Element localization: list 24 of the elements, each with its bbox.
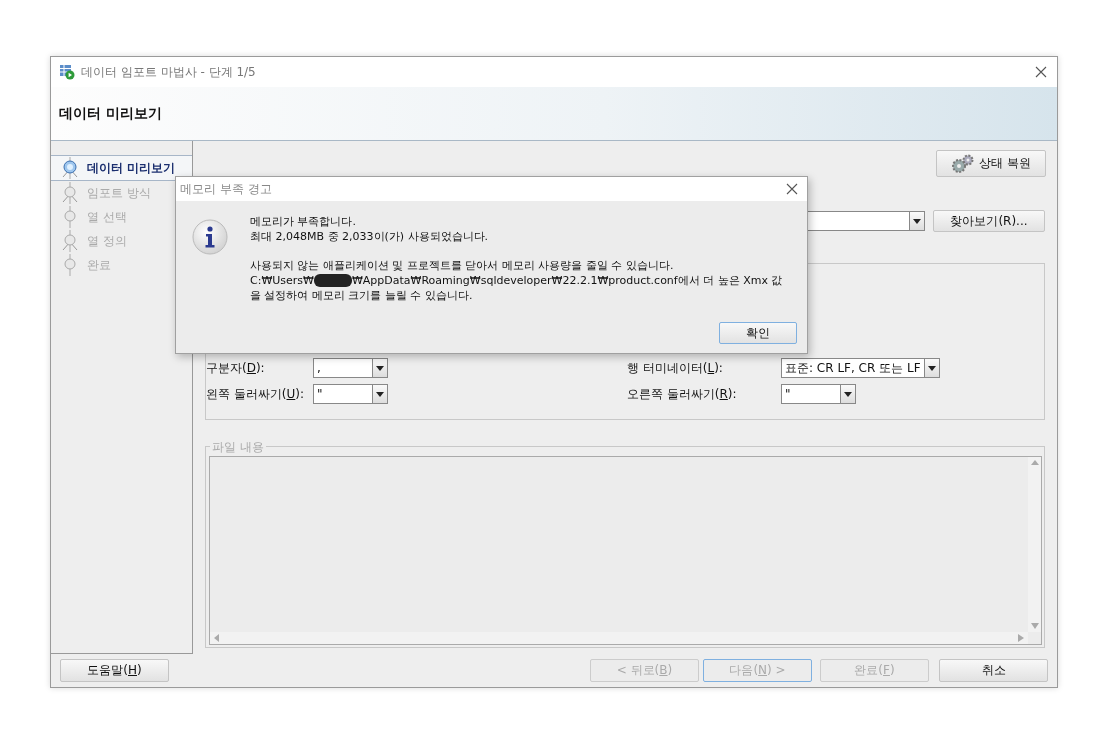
option-label: 오른쪽 둘러싸기(R): xyxy=(627,385,738,403)
browse-button[interactable]: 찾아보기(R)... xyxy=(933,210,1045,232)
restore-state-button[interactable]: 상태 복원 xyxy=(936,150,1046,177)
option-combo[interactable]: , xyxy=(313,358,388,378)
wizard-button[interactable]: 취소 xyxy=(939,659,1048,682)
message-line: ₩AppData₩Roaming₩sqldeveloper₩22.2.1₩product.conf에서 더 높은 Xmx 값 xyxy=(351,273,783,288)
message-line: 최대 2,048MB 중 2,033이(가) 사용되었습니다. xyxy=(250,229,489,244)
window-title: 데이터 임포트 마법사 - 단계 1/5 xyxy=(81,63,256,81)
option-label: 행 터미네이터(L): xyxy=(627,359,724,377)
step-item[interactable]: 데이터 미리보기 xyxy=(51,155,192,181)
dialog-title: 메모리 부족 경고 xyxy=(180,180,272,198)
ok-button[interactable]: 확인 xyxy=(719,322,797,344)
option-combo[interactable]: " xyxy=(781,384,856,404)
option-label: 왼쪽 둘러싸기(U): xyxy=(206,385,306,403)
wizard-button[interactable]: 도움말(H) xyxy=(60,659,169,682)
message-line: 메모리가 부족합니다. xyxy=(250,214,356,229)
option-combo[interactable]: " xyxy=(313,384,388,404)
group-legend: 파일 내용 xyxy=(210,439,266,456)
message-line: C:₩Users₩ xyxy=(250,273,314,288)
page-heading: 데이터 미리보기 xyxy=(59,104,162,123)
message-line: 을 설정하여 메모리 크기를 늘릴 수 있습니다. xyxy=(250,288,473,303)
option-label: 구분자(D): xyxy=(206,359,266,377)
option-combo[interactable]: 표준: CR LF, CR 또는 LF xyxy=(781,358,940,378)
message-line: 사용되지 않는 애플리케이션 및 프로젝트를 닫아서 메모리 사용량을 줄일 수 있습니다. xyxy=(250,258,674,273)
